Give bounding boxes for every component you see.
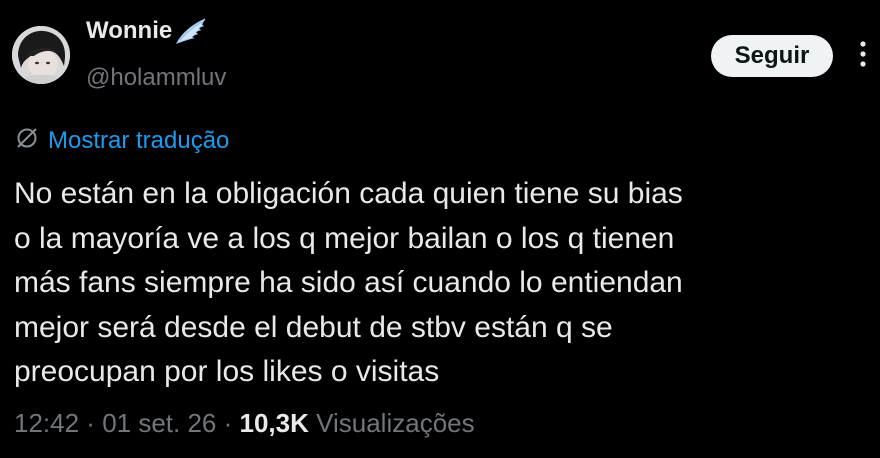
author-handle[interactable]: @holammluv [86,64,226,92]
author-display-name[interactable]: Wonnie [86,17,172,45]
show-translation-link[interactable]: Mostrar tradução [14,124,229,157]
views-label: Visualizações [308,408,475,438]
more-options-icon [860,40,866,72]
meta-separator: · [216,408,240,438]
translate-icon [14,124,40,157]
follow-button[interactable]: Seguir [711,35,833,77]
tweet-text-line: más fans siempre ha sido así cuando lo e… [14,266,683,299]
meta-separator: · [79,408,103,438]
avatar[interactable] [12,26,70,84]
tweet-text-line: mejor será desde el debut de stbv están … [14,310,613,344]
wing-icon [174,16,208,46]
tweet-text-line: o la mayoría ve a los q mejor bailan o l… [14,221,675,255]
tweet-time[interactable]: 12:42 [14,408,79,438]
tweet-meta: 12:42 · 01 set. 26 · 10,3K Visualizações [14,408,475,439]
show-translation-label[interactable]: Mostrar tradução [48,127,229,155]
tweet-text-line: preocupan por los likes o visitas [14,355,440,388]
tweet-date[interactable]: 01 set. 26 [102,408,216,438]
more-options-button[interactable] [848,40,878,72]
tweet-text: No están en la obligación cada quien tie… [14,172,876,395]
author-name-row[interactable]: Wonnie [86,16,208,46]
avatar-image [12,26,70,84]
views-count[interactable]: 10,3K [240,408,309,438]
follow-button-label: Seguir [734,42,810,69]
tweet-text-line: No están en la obligación cada quien tie… [14,177,683,210]
